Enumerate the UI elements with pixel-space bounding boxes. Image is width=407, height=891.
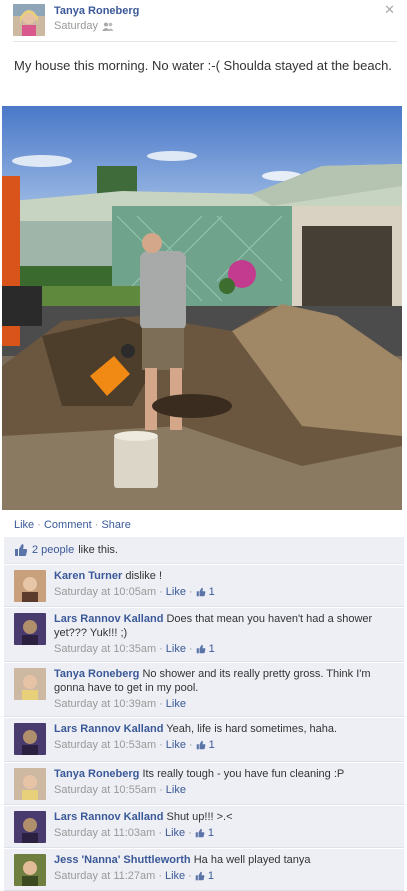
comment-body: Karen Turner dislike ! Saturday at 10:05a… <box>54 569 396 599</box>
comment-author[interactable]: Jess 'Nanna' Shuttleworth <box>54 854 191 866</box>
comment-row: Karen Turner dislike ! Saturday at 10:05a… <box>4 564 404 607</box>
thumbs-up-icon <box>15 544 28 556</box>
comment-link[interactable]: Comment <box>44 519 92 531</box>
comment-meta: Saturday at 10:35am · Like · 1 <box>54 642 396 656</box>
comment-meta: Saturday at 11:03am · Like · 1 <box>54 826 396 840</box>
comment-time[interactable]: Saturday at 10:05am <box>54 585 156 599</box>
comment-text: Ha ha well played tanya <box>193 854 311 866</box>
comment-like-link[interactable]: Like <box>165 826 185 840</box>
comment-author[interactable]: Karen Turner <box>54 570 122 582</box>
comment-like-count[interactable]: 1 <box>208 869 214 883</box>
comment-row: Tanya Roneberg Its really tough - you ha… <box>4 762 404 805</box>
comment-author[interactable]: Lars Rannov Kalland <box>54 613 163 625</box>
commenter-avatar[interactable] <box>14 613 46 645</box>
comment-like-count[interactable]: 1 <box>208 826 214 840</box>
comment-meta: Saturday at 10:39am · Like <box>54 697 396 711</box>
comment-meta: Saturday at 10:55am · Like <box>54 783 396 797</box>
comment-like-count[interactable]: 1 <box>209 738 215 752</box>
meta-separator: · <box>159 643 163 655</box>
comment-time[interactable]: Saturday at 11:27am <box>54 869 155 883</box>
comment-row: Jess 'Nanna' Shuttleworth Ha ha well pla… <box>4 848 404 891</box>
likes-count[interactable]: 2 people <box>32 544 74 556</box>
thumbs-up-icon[interactable] <box>195 871 205 881</box>
meta-separator: · <box>159 586 163 598</box>
meta-separator: · <box>188 827 192 839</box>
thumbs-up-icon[interactable] <box>196 644 206 654</box>
comment-body: Lars Rannov Kalland Does that mean you h… <box>54 612 396 656</box>
comment-body: Tanya Roneberg No shower and its really … <box>54 667 396 711</box>
comment-row: Lars Rannov Kalland Shut up!!! >.< Saturd… <box>4 805 404 848</box>
comment-time[interactable]: Saturday at 11:03am <box>54 826 155 840</box>
post-actions: Like · Comment · Share <box>14 519 131 531</box>
comment-text: dislike ! <box>125 570 163 582</box>
comment-meta: Saturday at 10:53am · Like · 1 <box>54 738 396 752</box>
comment-time[interactable]: Saturday at 10:55am <box>54 783 156 797</box>
commenter-avatar[interactable] <box>14 723 46 755</box>
comment-text: Shut up!!! >.< <box>166 811 233 823</box>
post-photo[interactable] <box>2 106 402 510</box>
post-header: Tanya Roneberg Saturday ✕ <box>13 2 397 42</box>
feedback-panel: 2 people like this. Karen Turner dislike… <box>4 537 404 891</box>
comment-like-count[interactable]: 1 <box>209 585 215 599</box>
comment-body: Lars Rannov Kalland Yeah, life is hard s… <box>54 722 396 752</box>
comment-meta: Saturday at 10:05am · Like · 1 <box>54 585 396 599</box>
action-separator: · <box>94 519 99 531</box>
comment-row: Lars Rannov Kalland Yeah, life is hard s… <box>4 717 404 762</box>
likes-suffix: like this. <box>78 544 118 556</box>
thumbs-up-icon[interactable] <box>196 740 206 750</box>
comment-body: Lars Rannov Kalland Shut up!!! >.< Saturd… <box>54 810 396 840</box>
thumbs-up-icon[interactable] <box>195 828 205 838</box>
meta-separator: · <box>159 698 163 710</box>
comment-like-link[interactable]: Like <box>166 738 186 752</box>
commenter-avatar[interactable] <box>14 854 46 886</box>
meta-separator: · <box>188 870 192 882</box>
post-author[interactable]: Tanya Roneberg <box>54 5 139 17</box>
likes-summary: 2 people like this. <box>4 537 404 564</box>
meta-separator: · <box>159 784 163 796</box>
post-time[interactable]: Saturday <box>54 20 98 32</box>
meta-separator: · <box>188 643 193 655</box>
meta-separator: · <box>159 739 163 751</box>
comment-like-count[interactable]: 1 <box>209 642 215 656</box>
comment-row: Lars Rannov Kalland Does that mean you h… <box>4 607 404 662</box>
comment-meta: Saturday at 11:27am · Like · 1 <box>54 869 396 883</box>
close-icon[interactable]: ✕ <box>384 2 395 18</box>
comment-author[interactable]: Tanya Roneberg <box>54 768 139 780</box>
comment-like-link[interactable]: Like <box>166 585 186 599</box>
comment-body: Tanya Roneberg Its really tough - you ha… <box>54 767 396 797</box>
like-link[interactable]: Like <box>14 519 34 531</box>
comment-row: Tanya Roneberg No shower and its really … <box>4 662 404 717</box>
meta-separator: · <box>158 870 162 882</box>
meta-separator: · <box>188 739 193 751</box>
comment-like-link[interactable]: Like <box>166 642 186 656</box>
post-meta: Saturday <box>54 20 114 32</box>
comment-like-link[interactable]: Like <box>166 783 186 797</box>
commenter-avatar[interactable] <box>14 811 46 843</box>
comment-text: Yeah, life is hard sometimes, haha. <box>166 723 338 735</box>
comment-like-link[interactable]: Like <box>165 869 185 883</box>
author-avatar[interactable] <box>13 4 45 36</box>
commenter-avatar[interactable] <box>14 570 46 602</box>
share-link[interactable]: Share <box>101 519 130 531</box>
meta-separator: · <box>188 586 193 598</box>
comment-author[interactable]: Tanya Roneberg <box>54 668 139 680</box>
comment-time[interactable]: Saturday at 10:35am <box>54 642 156 656</box>
thumbs-up-icon[interactable] <box>196 587 206 597</box>
comment-author[interactable]: Lars Rannov Kalland <box>54 811 163 823</box>
comment-time[interactable]: Saturday at 10:53am <box>54 738 156 752</box>
post-text: My house this morning. No water :-( Shou… <box>14 58 392 73</box>
commenter-avatar[interactable] <box>14 768 46 800</box>
action-separator: · <box>37 519 41 531</box>
photo-image <box>2 106 402 510</box>
comment-body: Jess 'Nanna' Shuttleworth Ha ha well pla… <box>54 853 396 883</box>
comment-like-link[interactable]: Like <box>166 697 186 711</box>
friends-privacy-icon[interactable] <box>102 22 114 31</box>
commenter-avatar[interactable] <box>14 668 46 700</box>
comment-time[interactable]: Saturday at 10:39am <box>54 697 156 711</box>
meta-separator: · <box>158 827 162 839</box>
comment-author[interactable]: Lars Rannov Kalland <box>54 723 163 735</box>
comment-text: Its really tough - you have fun cleaning… <box>142 768 345 780</box>
